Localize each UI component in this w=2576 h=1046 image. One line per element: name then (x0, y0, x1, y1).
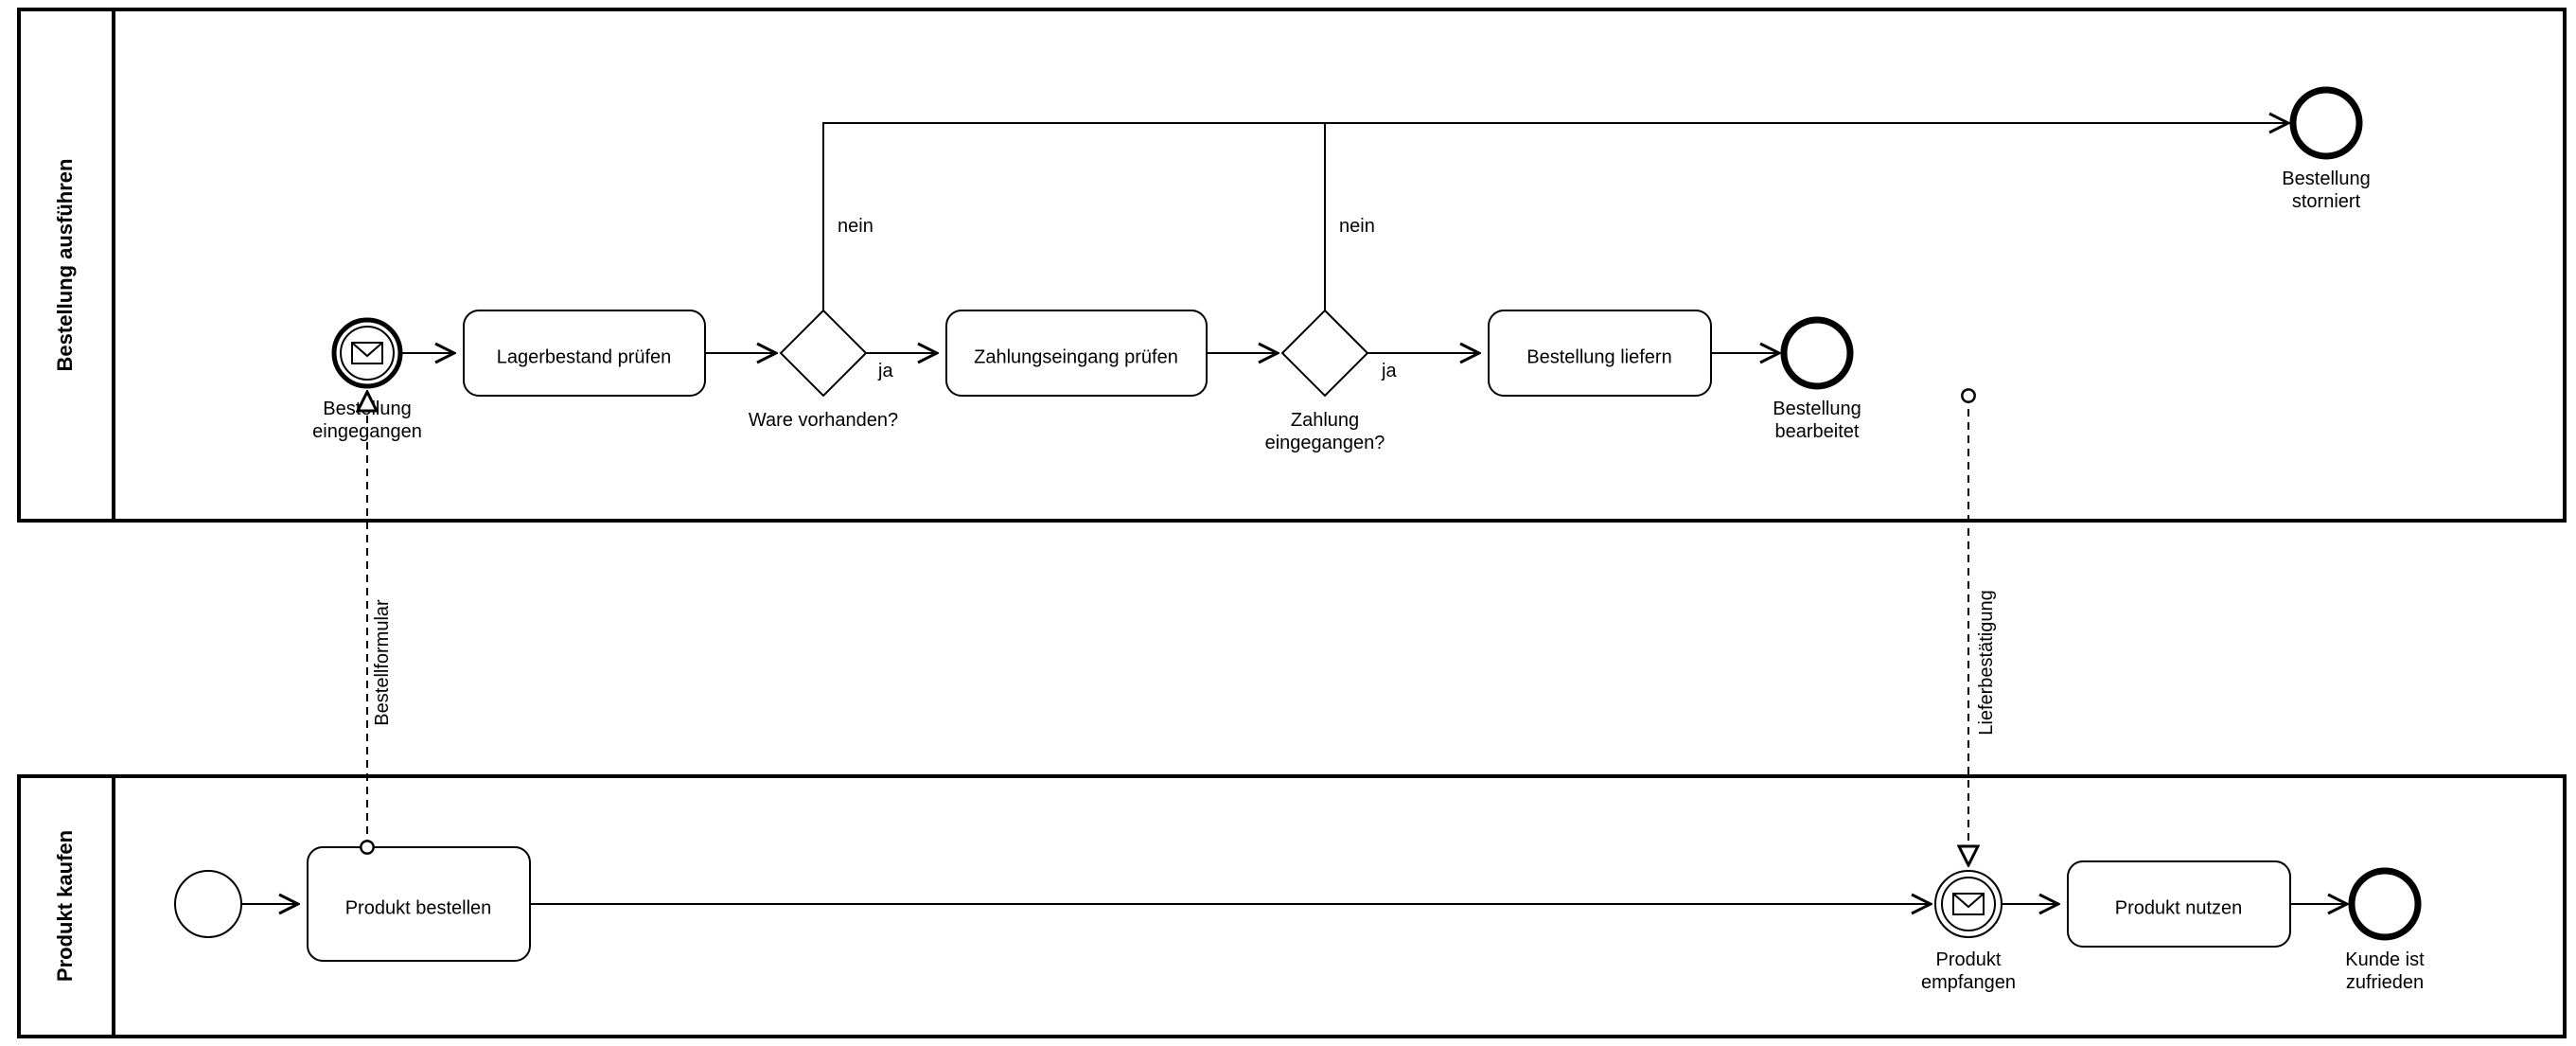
svg-text:Lagerbestand prüfen: Lagerbestand prüfen (497, 346, 672, 367)
svg-text:Produkt nutzen: Produkt nutzen (2115, 897, 2243, 918)
gateway1-label: Ware vorhanden? (749, 410, 898, 431)
gw2-no-label: nein (1339, 216, 1375, 237)
pool-bottom-title: Produkt kaufen (53, 830, 77, 982)
msg2-label: Lieferbestätigung (1976, 590, 1997, 735)
end1-label-1: Bestellung (2282, 168, 2370, 189)
task-bestellung-liefern: Bestellung liefern (1489, 310, 1711, 396)
gateway2-label-2: eingegangen? (1265, 433, 1385, 453)
message-icon (1953, 894, 1984, 914)
gw2-yes-label: ja (1381, 361, 1397, 381)
svg-text:Bestellung liefern: Bestellung liefern (1526, 346, 1671, 367)
bottom-end-label-1: Kunde ist (2345, 949, 2425, 970)
message-icon (352, 343, 382, 363)
end2-label-1: Bestellung (1773, 399, 1861, 419)
task-zahlungseingang-pruefen: Zahlungseingang prüfen (946, 310, 1207, 396)
task-produkt-bestellen: Produkt bestellen (308, 847, 530, 961)
gw1-no-label: nein (838, 216, 873, 237)
inter-label-1: Produkt (1936, 949, 2002, 970)
pool-top-title: Bestellung ausführen (53, 159, 77, 372)
start-event-bottom (175, 871, 241, 937)
gateway2-label-1: Zahlung (1291, 410, 1359, 431)
bpmn-diagram: Bestellung ausführen Bestellung eingegan… (0, 0, 2576, 1046)
svg-text:Zahlungseingang prüfen: Zahlungseingang prüfen (974, 346, 1178, 367)
task-produkt-nutzen: Produkt nutzen (2068, 861, 2290, 947)
gw1-yes-label: ja (877, 361, 893, 381)
end1-label-2: storniert (2292, 191, 2361, 212)
task-lagerbestand-pruefen: Lagerbestand prüfen (464, 310, 705, 396)
bottom-end-label-2: zufrieden (2346, 972, 2424, 993)
end2-label-2: bearbeitet (1775, 421, 1860, 442)
inter-label-2: empfangen (1921, 972, 2016, 993)
msg1-label: Bestellformular (372, 599, 393, 726)
svg-text:Produkt bestellen: Produkt bestellen (345, 897, 492, 918)
